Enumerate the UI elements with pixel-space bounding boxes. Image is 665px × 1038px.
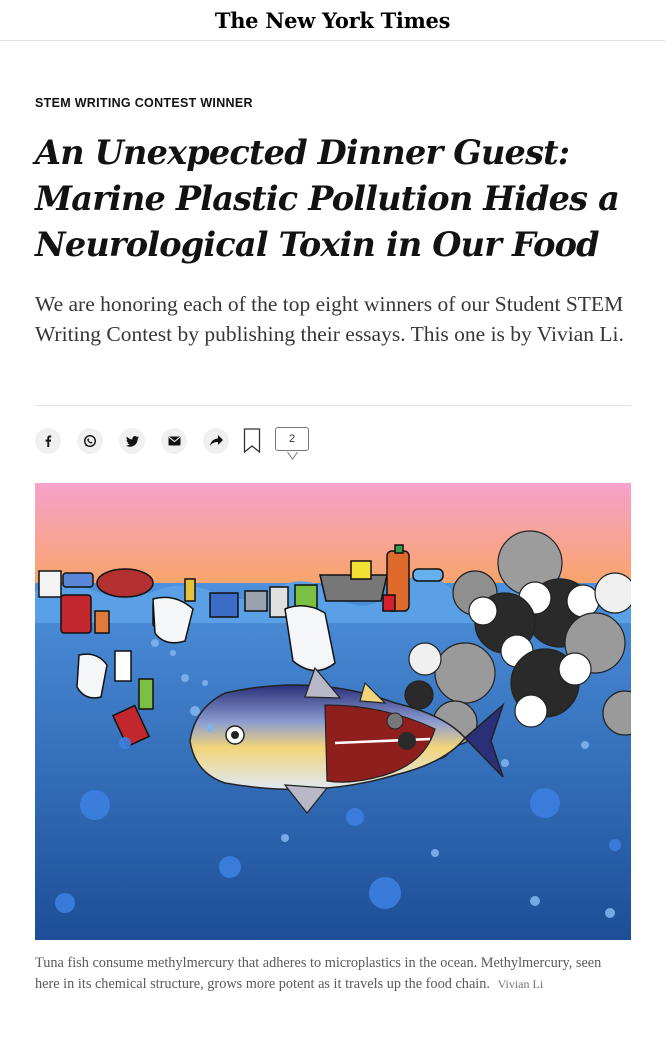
bookmark-icon [243,428,261,454]
article-kicker[interactable]: STEM WRITING CONTEST WINNER [35,96,253,110]
article-illustration[interactable] [35,483,631,940]
divider [35,405,631,406]
whatsapp-share-button[interactable] [77,428,103,454]
share-icon [209,435,223,446]
whatsapp-icon [83,434,97,448]
more-share-button[interactable] [203,428,229,454]
tuna-plastic-illustration [35,483,631,940]
comment-count: 2 [275,427,309,451]
share-bar: 2 [35,425,311,460]
email-icon [168,436,180,446]
twitter-icon [125,435,139,447]
figure-caption: Tuna fish consume methylmercury that adh… [35,953,625,994]
facebook-icon [45,435,52,447]
nyt-logo[interactable]: The New York Times [215,8,451,33]
twitter-share-button[interactable] [119,428,145,454]
masthead: The New York Times [0,0,665,41]
photo-credit: Vivian Li [497,976,544,991]
comments-button[interactable]: 2 [275,427,311,460]
facebook-share-button[interactable] [35,428,61,454]
save-article-button[interactable] [243,428,261,454]
article-headline: An Unexpected Dinner Guest: Marine Plast… [35,133,620,264]
article-summary: We are honoring each of the top eight wi… [35,292,624,346]
email-share-button[interactable] [161,428,187,454]
